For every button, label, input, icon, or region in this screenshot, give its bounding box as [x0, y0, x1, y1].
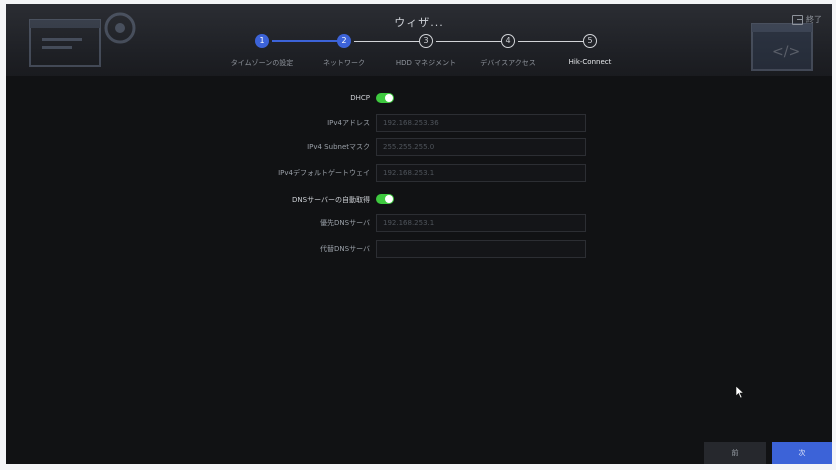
step-connector [436, 41, 502, 42]
dns-auto-toggle[interactable] [376, 194, 394, 204]
step-connector [272, 40, 338, 42]
wizard-header: </> ウィザ... 終了 1 2 3 4 5 タイムゾーンの設定 ネットワーク… [6, 4, 832, 76]
exit-button[interactable]: 終了 [792, 14, 822, 25]
ipv4-address-label: IPv4アドレス [327, 119, 370, 127]
toggle-knob [385, 195, 393, 203]
alternate-dns-row: 代替DNSサーバ [6, 240, 832, 258]
step-5-label: Hik-Connect [568, 58, 612, 66]
exit-icon [792, 14, 803, 25]
step-connector [354, 41, 420, 42]
toggle-knob [385, 94, 393, 102]
subnet-mask-label: IPv4 Subnetマスク [307, 143, 370, 151]
subnet-mask-row: IPv4 Subnetマスク 255.255.255.0 [6, 138, 832, 156]
step-2-label: ネットワーク [323, 59, 365, 67]
wizard-steps: 1 2 3 4 5 タイムゾーンの設定 ネットワーク HDD マネジメント デバ… [6, 34, 832, 70]
step-3-circle[interactable]: 3 [419, 34, 433, 48]
dns-auto-label: DNSサーバーの自動取得 [292, 196, 370, 204]
alternate-dns-label: 代替DNSサーバ [320, 245, 370, 253]
dhcp-row: DHCP [6, 90, 832, 108]
step-5-circle[interactable]: 5 [583, 34, 597, 48]
gateway-label: IPv4デフォルトゲートウェイ [278, 169, 370, 177]
step-4-circle[interactable]: 4 [501, 34, 515, 48]
preferred-dns-field[interactable]: 192.168.253.1 [376, 214, 586, 232]
dhcp-toggle[interactable] [376, 93, 394, 103]
subnet-mask-field[interactable]: 255.255.255.0 [376, 138, 586, 156]
preferred-dns-row: 優先DNSサーバ 192.168.253.1 [6, 214, 832, 232]
step-connector [518, 41, 584, 42]
step-1-label: タイムゾーンの設定 [230, 59, 294, 67]
wizard-title: ウィザ... [394, 16, 444, 29]
next-button[interactable]: 次 [772, 442, 832, 464]
gateway-field[interactable]: 192.168.253.1 [376, 164, 586, 182]
alternate-dns-field[interactable] [376, 240, 586, 258]
wizard-screen: </> ウィザ... 終了 1 2 3 4 5 タイムゾーンの設定 ネットワーク… [6, 4, 832, 464]
gateway-row: IPv4デフォルトゲートウェイ 192.168.253.1 [6, 164, 832, 182]
previous-button[interactable]: 前 [704, 442, 766, 464]
mouse-cursor-icon [735, 385, 745, 399]
preferred-dns-label: 優先DNSサーバ [320, 219, 370, 227]
step-3-label: HDD マネジメント [395, 59, 457, 67]
dns-auto-row: DNSサーバーの自動取得 [6, 191, 832, 209]
ipv4-address-field[interactable]: 192.168.253.36 [376, 114, 586, 132]
step-2-circle[interactable]: 2 [337, 34, 351, 48]
dhcp-label: DHCP [350, 94, 370, 102]
step-1-circle[interactable]: 1 [255, 34, 269, 48]
step-4-label: デバイスアクセス [480, 59, 536, 67]
ipv4-address-row: IPv4アドレス 192.168.253.36 [6, 114, 832, 132]
exit-label: 終了 [806, 15, 822, 24]
